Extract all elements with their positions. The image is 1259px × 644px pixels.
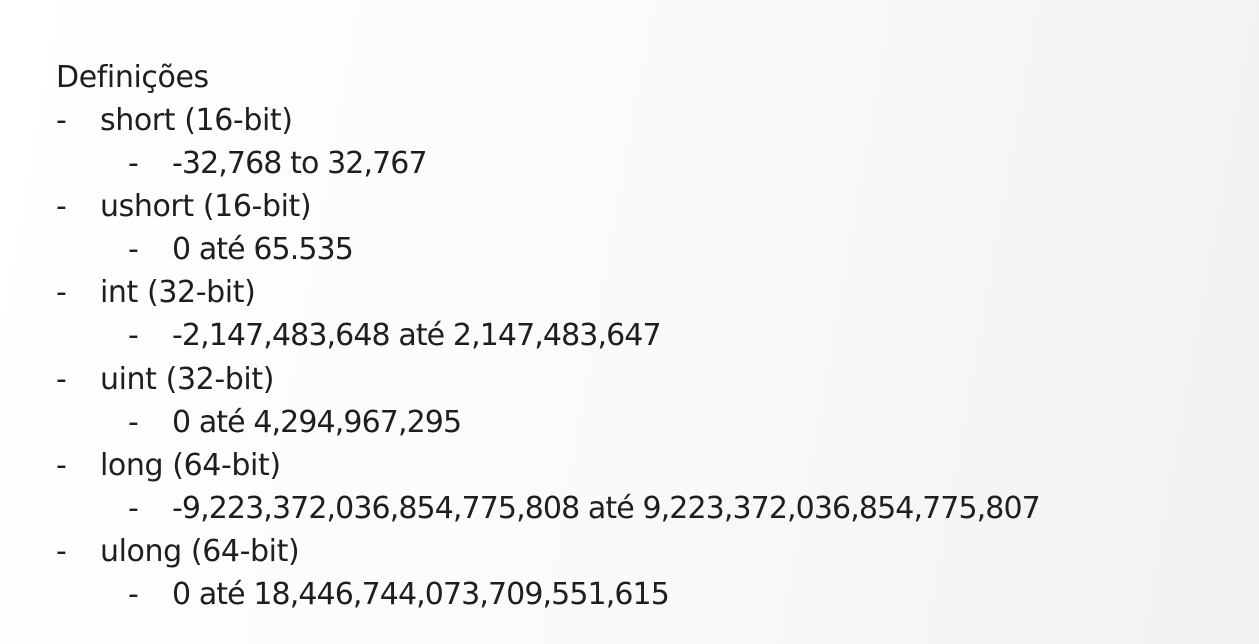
slide-title: Definições [56, 60, 209, 95]
sub-item-uint-range: - 0 até 4,294,967,295 [56, 401, 1236, 444]
range-text: 0 até 18,446,744,073,709,551,615 [172, 577, 670, 613]
bullet-dash: - [56, 447, 67, 483]
sub-item-long-range: - -9,223,372,036,854,775,808 até 9,223,3… [56, 487, 1236, 530]
bullet-dash: - [56, 361, 67, 397]
bullet-dash: - [56, 533, 67, 569]
type-label: short (16-bit) [100, 103, 293, 138]
range-text: -2,147,483,648 até 2,147,483,647 [172, 318, 662, 354]
bullet-dash: - [128, 577, 139, 613]
range-text: -32,768 to 32,767 [172, 146, 428, 182]
sub-item-int-range: - -2,147,483,648 até 2,147,483,647 [56, 314, 1236, 357]
list-item-short: - short (16-bit) [56, 99, 1236, 142]
bullet-dash: - [56, 275, 67, 311]
type-label: long (64-bit) [100, 447, 281, 483]
bullet-dash: - [56, 103, 67, 138]
bullet-dash: - [128, 318, 139, 354]
type-label: ushort (16-bit) [100, 189, 312, 225]
sub-item-ulong-range: - 0 até 18,446,744,073,709,551,615 [56, 573, 1236, 616]
bullet-dash: - [56, 189, 67, 225]
type-label: ulong (64-bit) [100, 533, 300, 569]
list-item-long: - long (64-bit) [56, 444, 1236, 487]
sub-item-short-range: - -32,768 to 32,767 [56, 142, 1236, 185]
list-item-ulong: - ulong (64-bit) [56, 530, 1236, 573]
sub-item-ushort-range: - 0 até 65.535 [56, 228, 1236, 271]
range-text: -9,223,372,036,854,775,808 até 9,223,372… [172, 490, 1041, 526]
list-item-int: - int (32-bit) [56, 271, 1236, 314]
list-item-ushort: - ushort (16-bit) [56, 185, 1236, 228]
slide-content: Definições - short (16-bit) - -32,768 to… [56, 56, 1236, 616]
range-text: 0 até 65.535 [172, 232, 354, 268]
bullet-dash: - [128, 404, 139, 440]
bullet-dash: - [128, 232, 139, 268]
bullet-dash: - [128, 490, 139, 526]
bullet-dash: - [128, 146, 139, 182]
type-label: uint (32-bit) [100, 361, 275, 397]
type-label: int (32-bit) [100, 275, 256, 311]
list-item-uint: - uint (32-bit) [56, 358, 1236, 401]
range-text: 0 até 4,294,967,295 [172, 404, 462, 440]
